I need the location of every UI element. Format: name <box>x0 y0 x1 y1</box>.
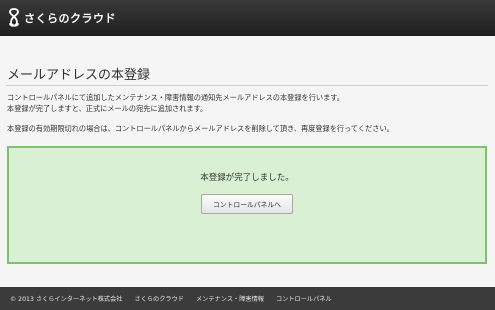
title-divider <box>6 85 488 86</box>
control-panel-button[interactable]: コントロールパネルへ <box>201 194 293 214</box>
page-title: メールアドレスの本登録 <box>7 68 151 83</box>
intro-text: コントロールパネルにて追加したメンテナンス・障害情報の通知先メールアドレスの本登… <box>7 92 344 114</box>
footer-link-maintenance[interactable]: メンテナンス・障害情報 <box>196 294 264 303</box>
copyright-text: © 2013 さくらインターネット株式会社 <box>10 296 123 303</box>
sakura-logo-icon <box>9 8 19 27</box>
intro-line: コントロールパネルにて追加したメンテナンス・障害情報の通知先メールアドレスの本登… <box>7 93 344 102</box>
intro-line: 本登録が完了しますと、正式にメールの宛先に追加されます。 <box>7 104 208 113</box>
main-content: メールアドレスの本登録 コントロールパネルにて追加したメンテナンス・障害情報の通… <box>0 36 495 287</box>
sakura-cloud-logo[interactable]: さくらのクラウド <box>8 8 116 28</box>
footer-link-control-panel[interactable]: コントロールパネル <box>276 294 332 303</box>
expiry-note: 本登録の有効期限切れの場合は、コントロールパネルからメールアドレスを削除して頂き… <box>7 124 394 133</box>
success-panel: 本登録が完了しました。 コントロールパネルへ <box>7 146 487 264</box>
header-bar: さくらのクラウド <box>0 0 495 36</box>
logo-text: さくらのクラウド <box>24 12 116 25</box>
footer-link-sakura-cloud[interactable]: さくらのクラウド <box>135 294 185 303</box>
footer-bar: © 2013 さくらインターネット株式会社 さくらのクラウド メンテナンス・障害… <box>0 287 495 310</box>
success-message: 本登録が完了しました。 <box>200 173 294 183</box>
